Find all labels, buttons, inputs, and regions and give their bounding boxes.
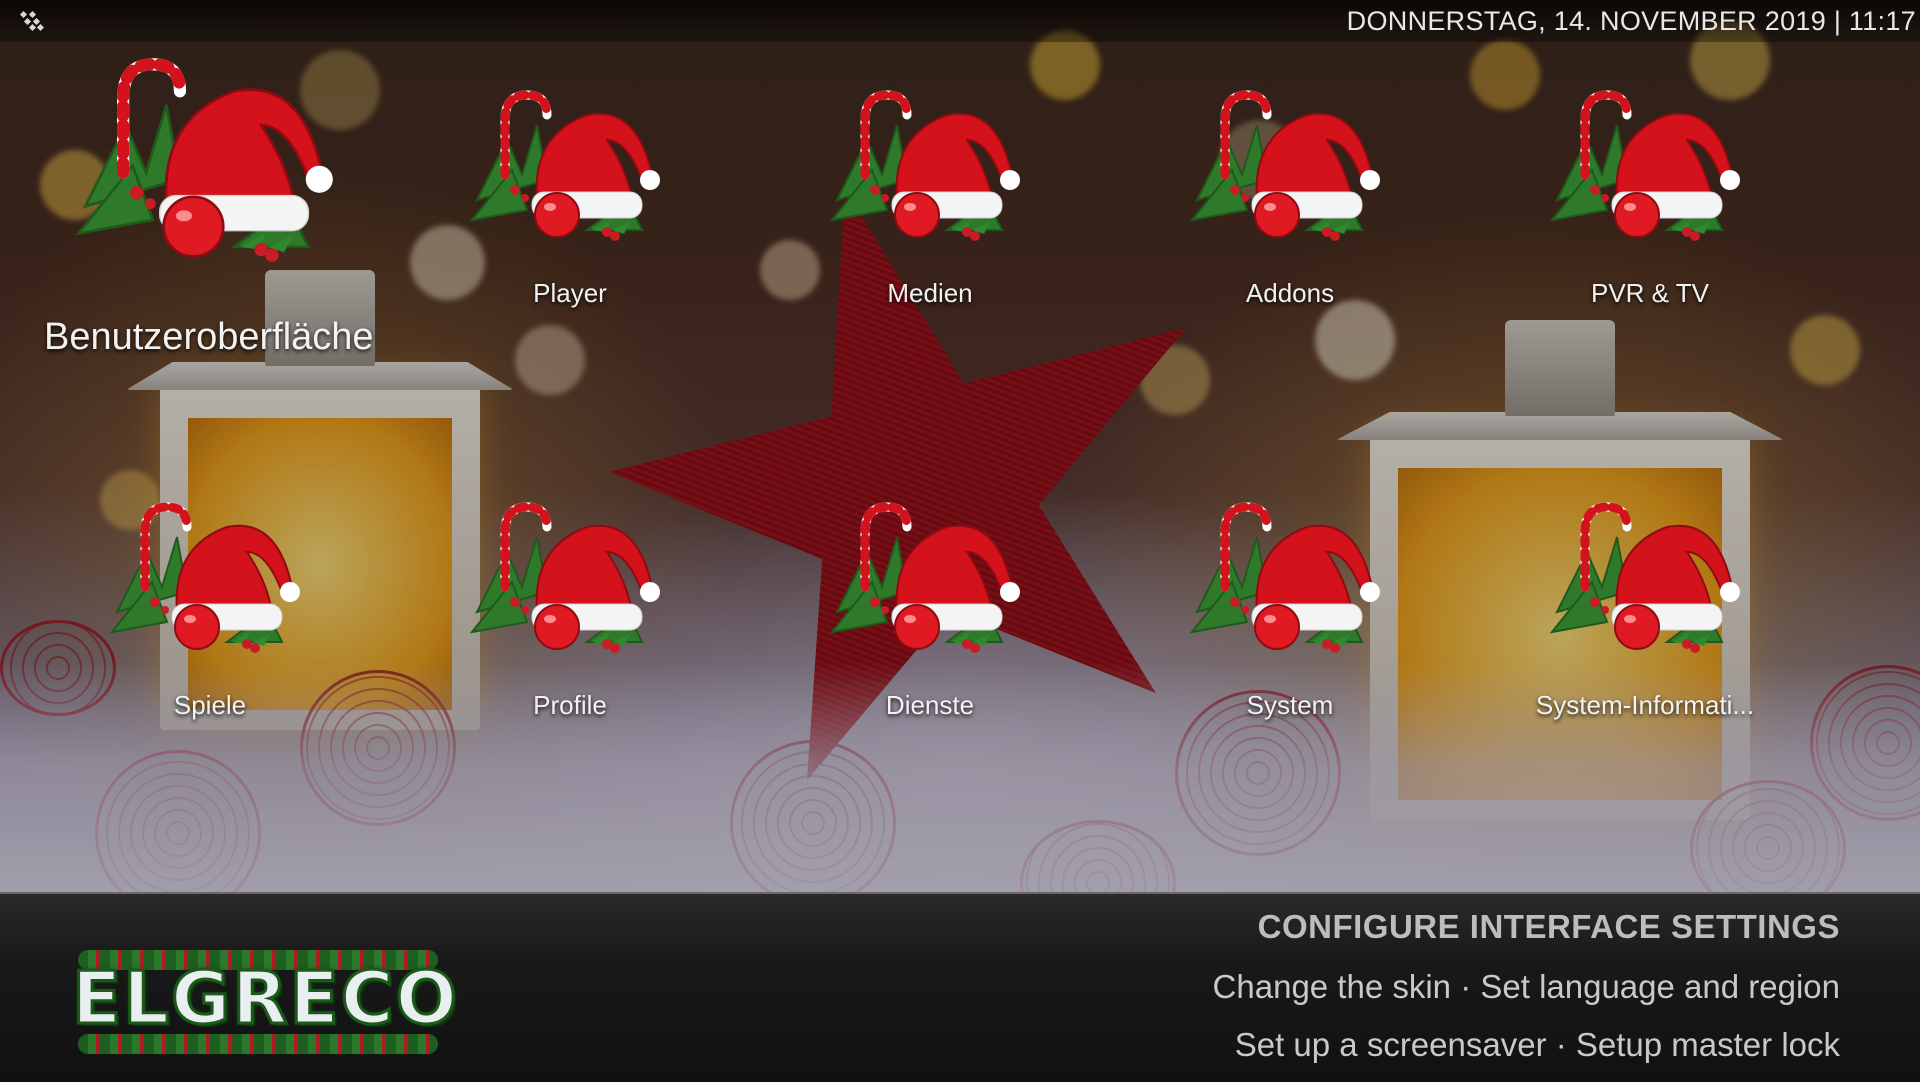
tile-label: System: [1246, 690, 1334, 720]
info-description-line-2: Set up a screensaver · Setup master lock: [1234, 1026, 1840, 1063]
tile-label: Benutzeroberfläche: [44, 316, 374, 358]
santa-hat-icon: [1542, 80, 1752, 250]
santa-hat-icon: [462, 492, 672, 662]
logo-garland: [78, 1034, 438, 1054]
santa-hat-icon: [1182, 80, 1392, 250]
tile-label: PVR & TV: [1590, 278, 1709, 308]
santa-hat-icon: [822, 80, 1032, 250]
tile-label: Addons: [1245, 278, 1335, 308]
elgreco-logo: ELGRECO: [71, 950, 459, 1054]
tile-player[interactable]: Player: [410, 80, 730, 320]
tile-system[interactable]: System: [1130, 492, 1450, 732]
info-panel: ELGRECO CONFIGURE INTERFACE SETTINGS Cha…: [0, 892, 1920, 1082]
santa-hat-icon: [102, 492, 312, 662]
tile-spiele[interactable]: Spiele: [50, 492, 370, 732]
tile-addons[interactable]: Addons: [1130, 80, 1450, 320]
tile-benutzeroberflaeche[interactable]: Benutzeroberfläche: [40, 44, 460, 374]
logo-text: ELGRECO: [71, 955, 459, 1042]
santa-hat-icon: [462, 80, 672, 250]
tile-dienste[interactable]: Dienste: [770, 492, 1090, 732]
tile-label: Profile: [533, 690, 607, 720]
tile-medien[interactable]: Medien: [770, 80, 1090, 320]
top-bar: DONNERSTAG, 14. NOVEMBER 2019 | 11:17: [0, 0, 1920, 42]
kodi-settings-icon[interactable]: [19, 10, 45, 32]
tile-label: System-Informati...: [1535, 690, 1755, 720]
santa-hat-icon: [822, 492, 1032, 662]
tile-profile[interactable]: Profile: [410, 492, 730, 732]
tile-label: Player: [533, 278, 607, 308]
datetime-display: DONNERSTAG, 14. NOVEMBER 2019 | 11:17: [1346, 6, 1916, 36]
santa-hat-icon: [1542, 492, 1752, 662]
tile-label: Medien: [887, 278, 973, 308]
info-description-line-1: Change the skin · Set language and regio…: [1212, 968, 1840, 1005]
santa-hat-icon: [1182, 492, 1392, 662]
santa-hat-icon: [62, 44, 352, 274]
info-title: CONFIGURE INTERFACE SETTINGS: [1257, 908, 1840, 945]
tile-label: Dienste: [885, 690, 975, 720]
tile-pvr-tv[interactable]: PVR & TV: [1490, 80, 1810, 320]
tile-label: Spiele: [173, 690, 247, 720]
tile-system-information[interactable]: System-Informati...: [1485, 492, 1805, 732]
